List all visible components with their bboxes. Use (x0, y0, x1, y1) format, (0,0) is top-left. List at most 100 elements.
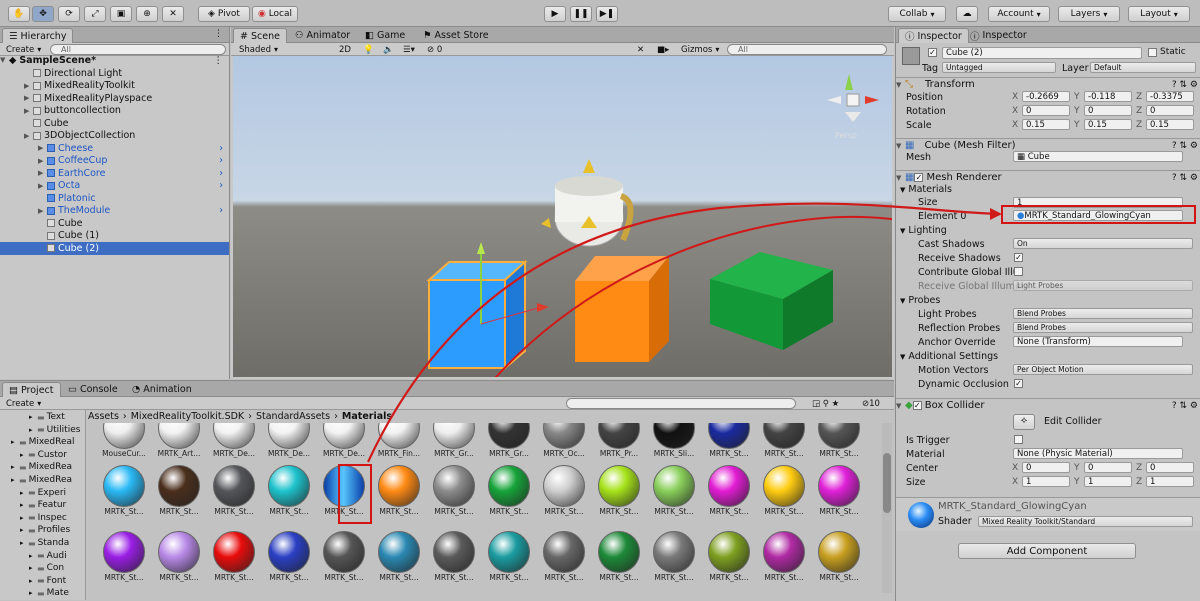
tab-animator[interactable]: ⚇ Animator (289, 28, 356, 43)
material-asset[interactable]: MRTK_De... (320, 423, 368, 465)
project-create-button[interactable]: Create (6, 398, 41, 409)
expand-arrow-icon[interactable]: ▸ (11, 463, 19, 471)
material-asset[interactable]: MRTK_St... (815, 465, 863, 523)
expand-arrow-icon[interactable]: ▸ (20, 501, 28, 509)
custom-tool-icon[interactable]: ✕ (162, 6, 184, 22)
folder-item[interactable]: ▸ ▬ Font (29, 575, 66, 587)
hierarchy-item[interactable]: ▶ Octa › (0, 180, 229, 193)
material-asset[interactable]: MRTK_Gr... (430, 423, 478, 465)
component-menu-icon[interactable]: ? ⇅ ⚙ (1172, 141, 1198, 151)
material-asset[interactable]: MRTK_Fin... (375, 423, 423, 465)
folder-item[interactable]: ▸ ▬ Experi (20, 487, 66, 499)
materials-section[interactable]: ▼ Materials (900, 184, 952, 195)
local-toggle[interactable]: ◉ Local (252, 6, 298, 22)
material-asset[interactable]: MRTK_Pr... (595, 423, 643, 465)
panel-menu-icon[interactable]: ⋮ (214, 29, 223, 39)
material-asset[interactable]: MRTK_Gr... (485, 423, 533, 465)
pause-button[interactable]: ❚❚ (570, 6, 592, 22)
folder-item[interactable]: ▸ ▬ Text (29, 411, 65, 423)
hierarchy-item[interactable]: Cube (1) (0, 230, 229, 243)
material-asset[interactable]: MRTK_St... (540, 465, 588, 523)
material-asset[interactable]: MRTK_St... (375, 465, 423, 523)
move-tool-icon[interactable]: ✥ (32, 6, 54, 22)
scene-viewport[interactable]: Persp (233, 56, 892, 377)
shading-mode-dropdown[interactable]: Shaded (239, 44, 278, 55)
expand-arrow-icon[interactable]: ▶ (38, 207, 47, 215)
material-asset[interactable]: MRTK_St... (540, 531, 588, 589)
asset-scrollbar-thumb[interactable] (883, 453, 891, 513)
mode-2d-toggle[interactable]: 2D (339, 44, 351, 55)
hierarchy-item[interactable]: ▶ TheModule › (0, 205, 229, 218)
tab-scene[interactable]: # Scene (233, 28, 287, 43)
material-asset[interactable]: MRTK_Oc... (540, 423, 588, 465)
folder-item[interactable]: ▸ ▬ Utilities (29, 424, 80, 436)
hidden-objects-icon[interactable]: ⊘ 0 (427, 44, 442, 55)
anchor-override-field[interactable]: None (Transform) (1013, 336, 1183, 347)
add-component-button[interactable]: Add Component (958, 543, 1136, 559)
center-z-field[interactable]: 0 (1146, 462, 1194, 473)
tab-animation[interactable]: ◔ Animation (126, 382, 198, 397)
transform-tool-icon[interactable]: ⊕ (136, 6, 158, 22)
folder-item[interactable]: ▸ ▬ MixedReal (11, 436, 75, 448)
tab-inspector[interactable]: ⓘ Inspector (898, 28, 969, 43)
foldout-icon[interactable]: ▼ (896, 81, 905, 89)
mesh-field[interactable]: ▦ Cube (1013, 151, 1183, 162)
breadcrumb-materials[interactable]: Materials (342, 411, 392, 422)
scene-search-input[interactable]: All (727, 44, 887, 55)
collider-size-y-field[interactable]: 1 (1084, 476, 1132, 487)
material-asset[interactable]: MRTK_Art... (155, 423, 203, 465)
folder-item[interactable]: ▸ ▬ Standa (20, 537, 69, 549)
hierarchy-item[interactable]: ▶ MixedRealityToolkit (0, 80, 229, 93)
breadcrumb-sdk[interactable]: MixedRealityToolkit.SDK (131, 411, 244, 422)
lighting-section-foldout-icon[interactable]: ▼ (900, 227, 905, 235)
expand-arrow-icon[interactable]: ▶ (24, 107, 33, 115)
material-asset[interactable]: MRTK_St... (595, 531, 643, 589)
receive-gi-dropdown[interactable]: Light Probes (1013, 280, 1193, 291)
expand-arrow-icon[interactable]: ▸ (29, 577, 37, 585)
foldout-icon[interactable]: ▼ (896, 174, 905, 182)
material-asset[interactable]: MRTK_St... (650, 465, 698, 523)
probes-section-foldout-icon[interactable]: ▼ (900, 297, 905, 305)
expand-arrow-icon[interactable]: ▶ (24, 94, 33, 102)
probes-section[interactable]: ▼ Probes (900, 295, 940, 306)
component-menu-icon[interactable]: ? ⇅ ⚙ (1172, 401, 1198, 411)
expand-arrow-icon[interactable]: ▶ (38, 157, 47, 165)
play-button[interactable]: ▶ (544, 6, 566, 22)
box-collider-header[interactable]: ▼ ◆ ✓ Box Collider ? ⇅ ⚙ (896, 398, 1200, 412)
scale-tool-icon[interactable]: ⤢ (84, 6, 106, 22)
scene-row[interactable]: ▼ ◆ SampleScene* ⋮ (0, 54, 229, 67)
object-name-field[interactable]: Cube (2) (942, 47, 1142, 59)
step-button[interactable]: ▶❚ (596, 6, 618, 22)
hierarchy-item[interactable]: ▶ 3DObjectCollection (0, 130, 229, 143)
material-asset[interactable]: MRTK_De... (265, 423, 313, 465)
expand-arrow-icon[interactable]: ▸ (29, 426, 37, 434)
additional-settings-section[interactable]: ▼ Additional Settings (900, 351, 998, 362)
shader-dropdown[interactable]: Mixed Reality Toolkit/Standard (978, 516, 1193, 527)
edit-collider-icon[interactable]: ⟡ (1013, 414, 1035, 430)
additional-settings-section-foldout-icon[interactable]: ▼ (900, 353, 905, 361)
tab-inspector-2[interactable]: ⓘ Inspector (964, 28, 1033, 43)
asset-scrollbar[interactable] (882, 423, 892, 593)
material-asset[interactable]: MRTK_St... (485, 465, 533, 523)
material-asset[interactable]: MRTK_St... (705, 423, 753, 465)
scale-y-field[interactable]: 0.15 (1084, 119, 1132, 130)
material-asset[interactable]: MRTK_St... (320, 531, 368, 589)
expand-arrow-icon[interactable]: ▸ (29, 552, 37, 560)
center-x-field[interactable]: 0 (1022, 462, 1070, 473)
hierarchy-item[interactable]: Cube (0, 217, 229, 230)
folder-item[interactable]: ▸ ▬ Inspec (20, 512, 67, 524)
material-asset[interactable]: MRTK_St... (155, 531, 203, 589)
expand-arrow-icon[interactable]: ▸ (29, 564, 37, 572)
rotation-x-field[interactable]: 0 (1022, 105, 1070, 116)
hierarchy-item[interactable]: Cube (0, 117, 229, 130)
position-y-field[interactable]: -0.118 (1084, 91, 1132, 102)
position-z-field[interactable]: -0.3375 (1146, 91, 1194, 102)
expand-arrow-icon[interactable]: ▸ (29, 413, 37, 421)
hierarchy-item[interactable]: Cube (2) (0, 242, 229, 255)
rotation-z-field[interactable]: 0 (1146, 105, 1194, 116)
hierarchy-item[interactable]: Platonic (0, 192, 229, 205)
filter-icons[interactable]: ◲ ⚲ ★ (812, 398, 839, 409)
scene-menu-icon[interactable]: ⋮ (214, 55, 224, 66)
contribute-gi-checkbox[interactable] (1014, 267, 1023, 276)
component-menu-icon[interactable]: ? ⇅ ⚙ (1172, 80, 1198, 90)
